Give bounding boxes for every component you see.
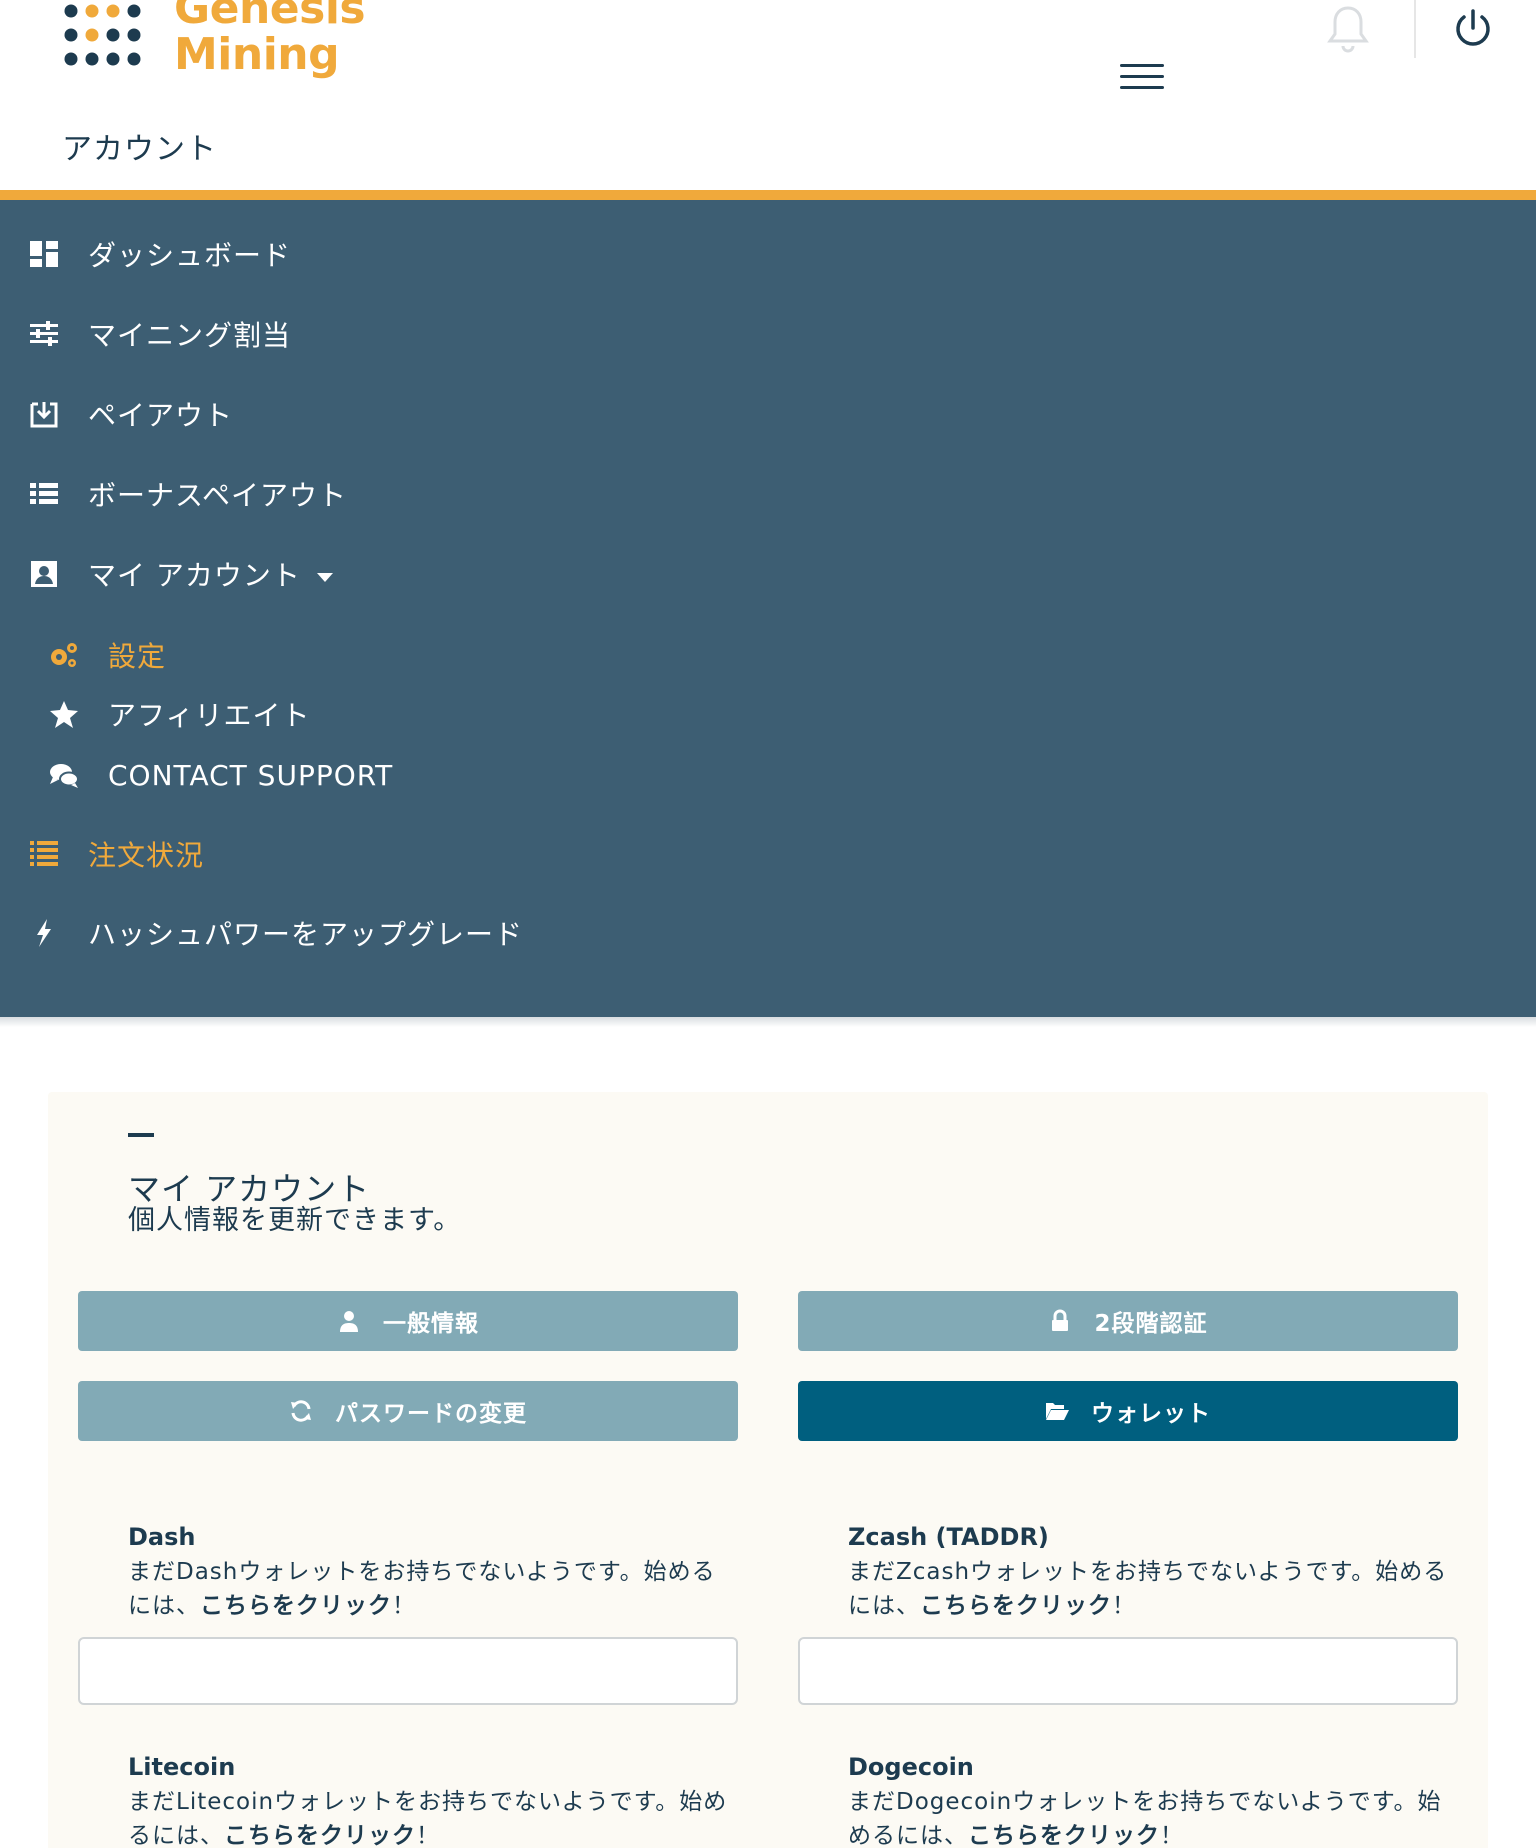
nav-item-order-status[interactable]: 注文状況 xyxy=(0,824,1536,884)
nav-item-bonus-payouts[interactable]: ボーナスペイアウト xyxy=(0,464,1536,524)
tab-two-factor-label: 2段階認証 xyxy=(1094,1311,1208,1337)
wallet-desc-suffix: ！ xyxy=(416,1823,440,1848)
wallet-name: Litecoin xyxy=(128,1753,236,1781)
nav-item-mining-allocation[interactable]: マイニング割当 xyxy=(0,304,1536,364)
nav-label-my-account: マイ アカウント xyxy=(88,554,333,594)
card-subtitle: 個人情報を更新できます。 xyxy=(128,1205,462,1236)
download-icon xyxy=(30,402,58,428)
list-icon xyxy=(30,483,58,504)
nav-label-settings: 設定 xyxy=(108,640,167,673)
wallet-description: まだZcashウォレットをお持ちでないようです。始めるには、こちらをクリック！ xyxy=(798,1555,1458,1623)
nav-item-dashboard[interactable]: ダッシュボード xyxy=(0,224,1536,284)
wallet-description: まだDashウォレットをお持ちでないようです。始めるには、こちらをクリック！ xyxy=(78,1555,738,1623)
chat-icon xyxy=(50,764,79,788)
tab-change-password[interactable]: パスワードの変更 xyxy=(78,1381,738,1441)
account-icon xyxy=(31,561,57,587)
nav-label-mining-allocation: マイニング割当 xyxy=(88,319,292,352)
nav-item-affiliate[interactable]: アフィリエイト xyxy=(0,684,1536,744)
header-divider xyxy=(1414,0,1416,58)
bell-icon[interactable] xyxy=(1326,4,1370,54)
tab-two-factor[interactable]: 2段階認証 xyxy=(798,1291,1458,1351)
wallet-address-input-dash[interactable] xyxy=(78,1637,738,1705)
menu-toggle-button[interactable] xyxy=(1120,62,1166,92)
bolt-icon xyxy=(37,919,51,947)
nav-label-affiliate: アフィリエイト xyxy=(108,699,311,732)
tab-general-info[interactable]: 一般情報 xyxy=(78,1291,738,1351)
nav-label-order-status: 注文状況 xyxy=(88,839,205,872)
header: Genesis Mining アカウント xyxy=(0,0,1536,190)
logo-line-1: Genesis xyxy=(174,0,366,34)
nav-item-upgrade-hashpower[interactable]: ハッシュパワーをアップグレード xyxy=(0,903,1536,963)
wallet-name: Dash xyxy=(128,1523,196,1551)
nav-label-contact-support: CONTACT SUPPORT xyxy=(108,758,394,792)
logo-dots-icon xyxy=(64,4,141,66)
sliders-icon xyxy=(30,321,58,346)
user-icon xyxy=(340,1311,358,1332)
gears-icon xyxy=(51,643,77,667)
wallet-desc-suffix: ！ xyxy=(392,1593,416,1619)
account-card: マイ アカウント 個人情報を更新できます。 一般情報 2段階認証 パスワードの変… xyxy=(48,1092,1488,1848)
nav-label-dashboard: ダッシュボード xyxy=(88,239,292,272)
wallet-dash: Dash まだDashウォレットをお持ちでないようです。始めるには、こちらをクリ… xyxy=(78,1523,738,1705)
ordered-list-icon xyxy=(30,841,58,866)
title-dash xyxy=(128,1133,154,1137)
nav-item-settings[interactable]: 設定 xyxy=(0,625,1536,685)
tab-change-password-label: パスワードの変更 xyxy=(335,1401,527,1427)
wallet-description: まだDogecoinウォレットをお持ちでないようです。始めるには、こちらをクリッ… xyxy=(798,1785,1458,1848)
nav-item-payouts[interactable]: ペイアウト xyxy=(0,384,1536,444)
wallet-zcash: Zcash (TADDR) まだZcashウォレットをお持ちでないようです。始め… xyxy=(798,1523,1458,1705)
my-account-label: マイ アカウント xyxy=(88,559,301,592)
wallet-create-link[interactable]: こちらをクリック xyxy=(968,1823,1160,1848)
power-icon[interactable] xyxy=(1452,8,1494,50)
wallet-address-input-zcash[interactable] xyxy=(798,1637,1458,1705)
nav-label-bonus-payouts: ボーナスペイアウト xyxy=(88,479,348,512)
wallet-create-link[interactable]: こちらをクリック xyxy=(200,1593,392,1619)
wallet-desc-suffix: ！ xyxy=(1160,1823,1184,1848)
wallet-desc-suffix: ！ xyxy=(1112,1593,1136,1619)
logo-line-2: Mining xyxy=(174,29,340,80)
dashboard-icon xyxy=(30,241,58,267)
wallet-dogecoin: Dogecoin まだDogecoinウォレットをお持ちでないようです。始めるに… xyxy=(798,1753,1458,1848)
tab-wallet-label: ウォレット xyxy=(1091,1401,1211,1427)
nav-label-upgrade-hashpower: ハッシュパワーをアップグレード xyxy=(88,918,524,951)
tab-general-info-label: 一般情報 xyxy=(383,1311,479,1337)
wallet-description: まだLitecoinウォレットをお持ちでないようです。始めるには、こちらをクリッ… xyxy=(78,1785,738,1848)
logo-text: Genesis Mining xyxy=(174,0,366,80)
wallet-litecoin: Litecoin まだLitecoinウォレットをお持ちでないようです。始めるに… xyxy=(78,1753,738,1848)
nav-item-contact-support[interactable]: CONTACT SUPPORT xyxy=(0,745,1536,805)
tab-wallet[interactable]: ウォレット xyxy=(798,1381,1458,1441)
star-icon xyxy=(50,701,78,728)
accent-bar xyxy=(0,190,1536,200)
folder-open-icon xyxy=(1046,1403,1069,1420)
chevron-down-icon xyxy=(316,572,333,582)
main-nav: ダッシュボード マイニング割当 ペイアウト ボーナスペイアウト マイ アカウント… xyxy=(0,200,1536,1017)
nav-label-payouts: ペイアウト xyxy=(88,399,234,432)
wallet-create-link[interactable]: こちらをクリック xyxy=(224,1823,416,1848)
wallet-create-link[interactable]: こちらをクリック xyxy=(920,1593,1112,1619)
wallet-name: Zcash (TADDR) xyxy=(848,1523,1049,1551)
nav-shadow xyxy=(0,1017,1536,1027)
refresh-icon xyxy=(291,1400,311,1422)
lock-icon xyxy=(1052,1309,1069,1331)
page-label: アカウント xyxy=(62,132,217,167)
wallet-name: Dogecoin xyxy=(848,1753,974,1781)
nav-item-my-account[interactable]: マイ アカウント xyxy=(0,544,1536,604)
